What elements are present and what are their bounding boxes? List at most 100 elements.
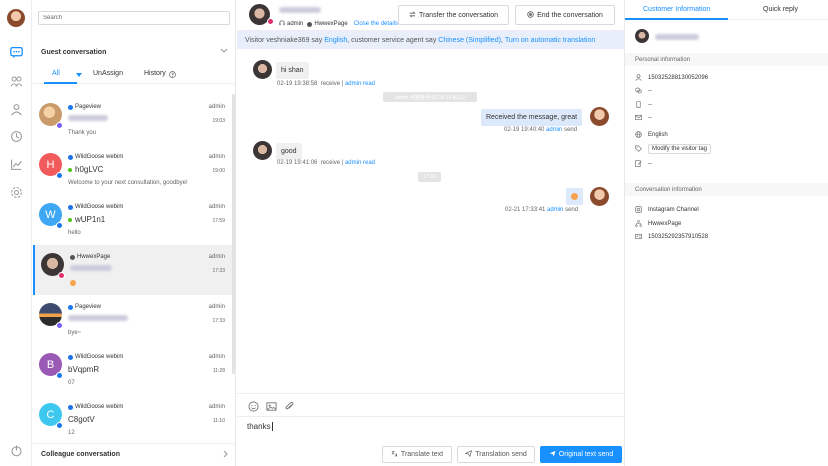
conversation-item[interactable]: B WildGoose webim admin 11:28 bVqpmR 07 [33, 345, 232, 395]
chevron-right-icon[interactable] [223, 450, 228, 460]
text-caret [271, 422, 273, 432]
source-label: HwwexPage [70, 254, 110, 260]
help-icon[interactable] [169, 71, 176, 80]
tab-unassign[interactable]: UnAssign [93, 70, 123, 77]
visitor-language-link[interactable]: English [324, 37, 347, 44]
tab-all[interactable]: All [52, 70, 60, 77]
tab-quick-reply[interactable]: Quick reply [763, 6, 798, 13]
assignee: admin [208, 204, 225, 210]
translation-send-button[interactable]: Translation send [457, 446, 535, 463]
last-message-preview: hello [68, 230, 81, 236]
close-details-link[interactable]: Close the details [354, 21, 398, 27]
composer: thanks Translate text Translation send O… [237, 393, 624, 466]
transfer-conversation-button[interactable]: Transfer the conversation [398, 5, 509, 25]
time: 11:28 [212, 368, 225, 374]
message-agent[interactable]: admin [546, 127, 562, 133]
image-upload-icon[interactable] [265, 400, 277, 412]
assignee: admin [208, 304, 225, 310]
message-meta: 02-19 19:38:58 receive | admin read [277, 81, 375, 87]
message-input[interactable]: thanks [247, 422, 273, 432]
message-bubble-incoming: hi shan [276, 62, 309, 79]
guest-conversation-header[interactable]: Guest conversation [33, 42, 236, 62]
send-icon [549, 450, 556, 459]
customer-info-panel: Customer Information Quick reply Persona… [624, 0, 828, 466]
phone-value: -- [648, 102, 652, 108]
caret-down-icon[interactable] [76, 72, 82, 79]
instagram-badge-icon [58, 272, 65, 279]
conversation-item[interactable]: W WildGoose webim admin 17:59 wUP1n1 hel… [33, 195, 232, 245]
source-label: WildGoose webim [68, 204, 123, 210]
right-tabs: Customer Information Quick reply [625, 0, 828, 20]
conversation-id-row: 150325292357910528 [635, 231, 708, 243]
message-agent[interactable]: admin [345, 160, 361, 166]
message-agent[interactable]: admin [345, 81, 361, 87]
conversation-item[interactable]: H WildGoose webim admin 19:00 h0gLVC Wel… [33, 145, 232, 195]
headset-icon [279, 20, 285, 28]
assigned-agent: admin [287, 21, 304, 27]
conversation-item[interactable]: Pageview admin 19:03 Thank you [33, 95, 232, 145]
online-dot-icon [68, 217, 72, 222]
visitor-id: 1503252881​30052096 [648, 75, 709, 81]
agent-language-link[interactable]: Chinese (Simplified) [438, 37, 501, 44]
conversation-tabs: All UnAssign History [33, 66, 236, 84]
message-status: receive | [320, 81, 344, 87]
visitor-name [70, 265, 112, 271]
assignee: admin [208, 254, 225, 260]
assignee: admin [208, 104, 225, 110]
globe-icon [635, 130, 642, 140]
time: 19:00 [212, 168, 225, 174]
facebook-icon [68, 104, 73, 110]
modify-tag-button[interactable]: Modify the visitor tag [648, 144, 712, 154]
message-agent[interactable]: admin [547, 207, 563, 213]
translate-text-button[interactable]: Translate text [382, 446, 452, 463]
history-nav-icon[interactable] [8, 128, 24, 144]
system-notice: admin 可能接待 02-19 19:40:12 [383, 92, 477, 102]
colleague-conversation-title: Colleague conversation [41, 451, 120, 458]
auto-translation-link[interactable]: Turn on automatic translation [505, 37, 595, 44]
message-read-status: read [362, 160, 375, 166]
power-icon[interactable] [8, 442, 24, 458]
active-tab-indicator [44, 82, 77, 84]
conversation-item[interactable]: Pageview admin 17:33 bye~ [33, 295, 232, 345]
chat-nav-icon[interactable] [8, 44, 24, 60]
tab-history[interactable]: History [144, 70, 166, 77]
agent-avatar[interactable] [7, 9, 25, 27]
time: 17:33 [212, 318, 225, 324]
source-label: WildGoose webim [68, 354, 123, 360]
end-conversation-button[interactable]: End the conversation [515, 5, 615, 25]
online-dot-icon [68, 167, 72, 172]
send-icon [464, 450, 473, 459]
webim-icon [68, 154, 73, 160]
conversation-item-selected[interactable]: HwwexPage admin 17:33 [33, 245, 232, 295]
contacts-nav-icon[interactable] [8, 101, 24, 117]
active-tab-indicator [625, 18, 728, 20]
last-message-preview: Thank you [68, 130, 97, 136]
visitor-name [68, 315, 128, 321]
visitors-nav-icon[interactable] [8, 73, 24, 89]
conversation-item[interactable]: C WildGoose webim admin 11:10 C8gotV 12 [33, 395, 232, 440]
blurred-name [70, 265, 112, 271]
emoji-picker-icon[interactable] [247, 400, 259, 412]
chevron-down-icon[interactable] [220, 48, 228, 56]
note-value: -- [648, 161, 652, 167]
agent-avatar [590, 107, 609, 126]
original-text-send-button[interactable]: Original text send [540, 446, 622, 463]
message-time: 02-19 19:41:06 [277, 160, 318, 166]
source-label: WildGoose webim [68, 404, 123, 410]
source-name: WildGoose webim [75, 204, 124, 210]
search-input[interactable] [38, 11, 230, 25]
list-scrollbar[interactable] [232, 94, 235, 374]
tab-customer-information[interactable]: Customer Information [643, 6, 710, 13]
settings-nav-icon[interactable] [8, 184, 24, 200]
left-rail [0, 0, 32, 466]
user-icon [635, 73, 642, 83]
time: 11:10 [212, 418, 225, 424]
page-name: HwwexPage [314, 21, 348, 27]
statistics-nav-icon[interactable] [8, 156, 24, 172]
source-label: Pageview [68, 304, 101, 310]
colleague-conversation-header[interactable]: Colleague conversation [33, 443, 236, 465]
messenger-badge-icon [56, 422, 63, 429]
messenger-badge-icon [56, 372, 63, 379]
guest-conversation-title: Guest conversation [41, 48, 107, 56]
attachment-icon[interactable] [283, 400, 295, 412]
